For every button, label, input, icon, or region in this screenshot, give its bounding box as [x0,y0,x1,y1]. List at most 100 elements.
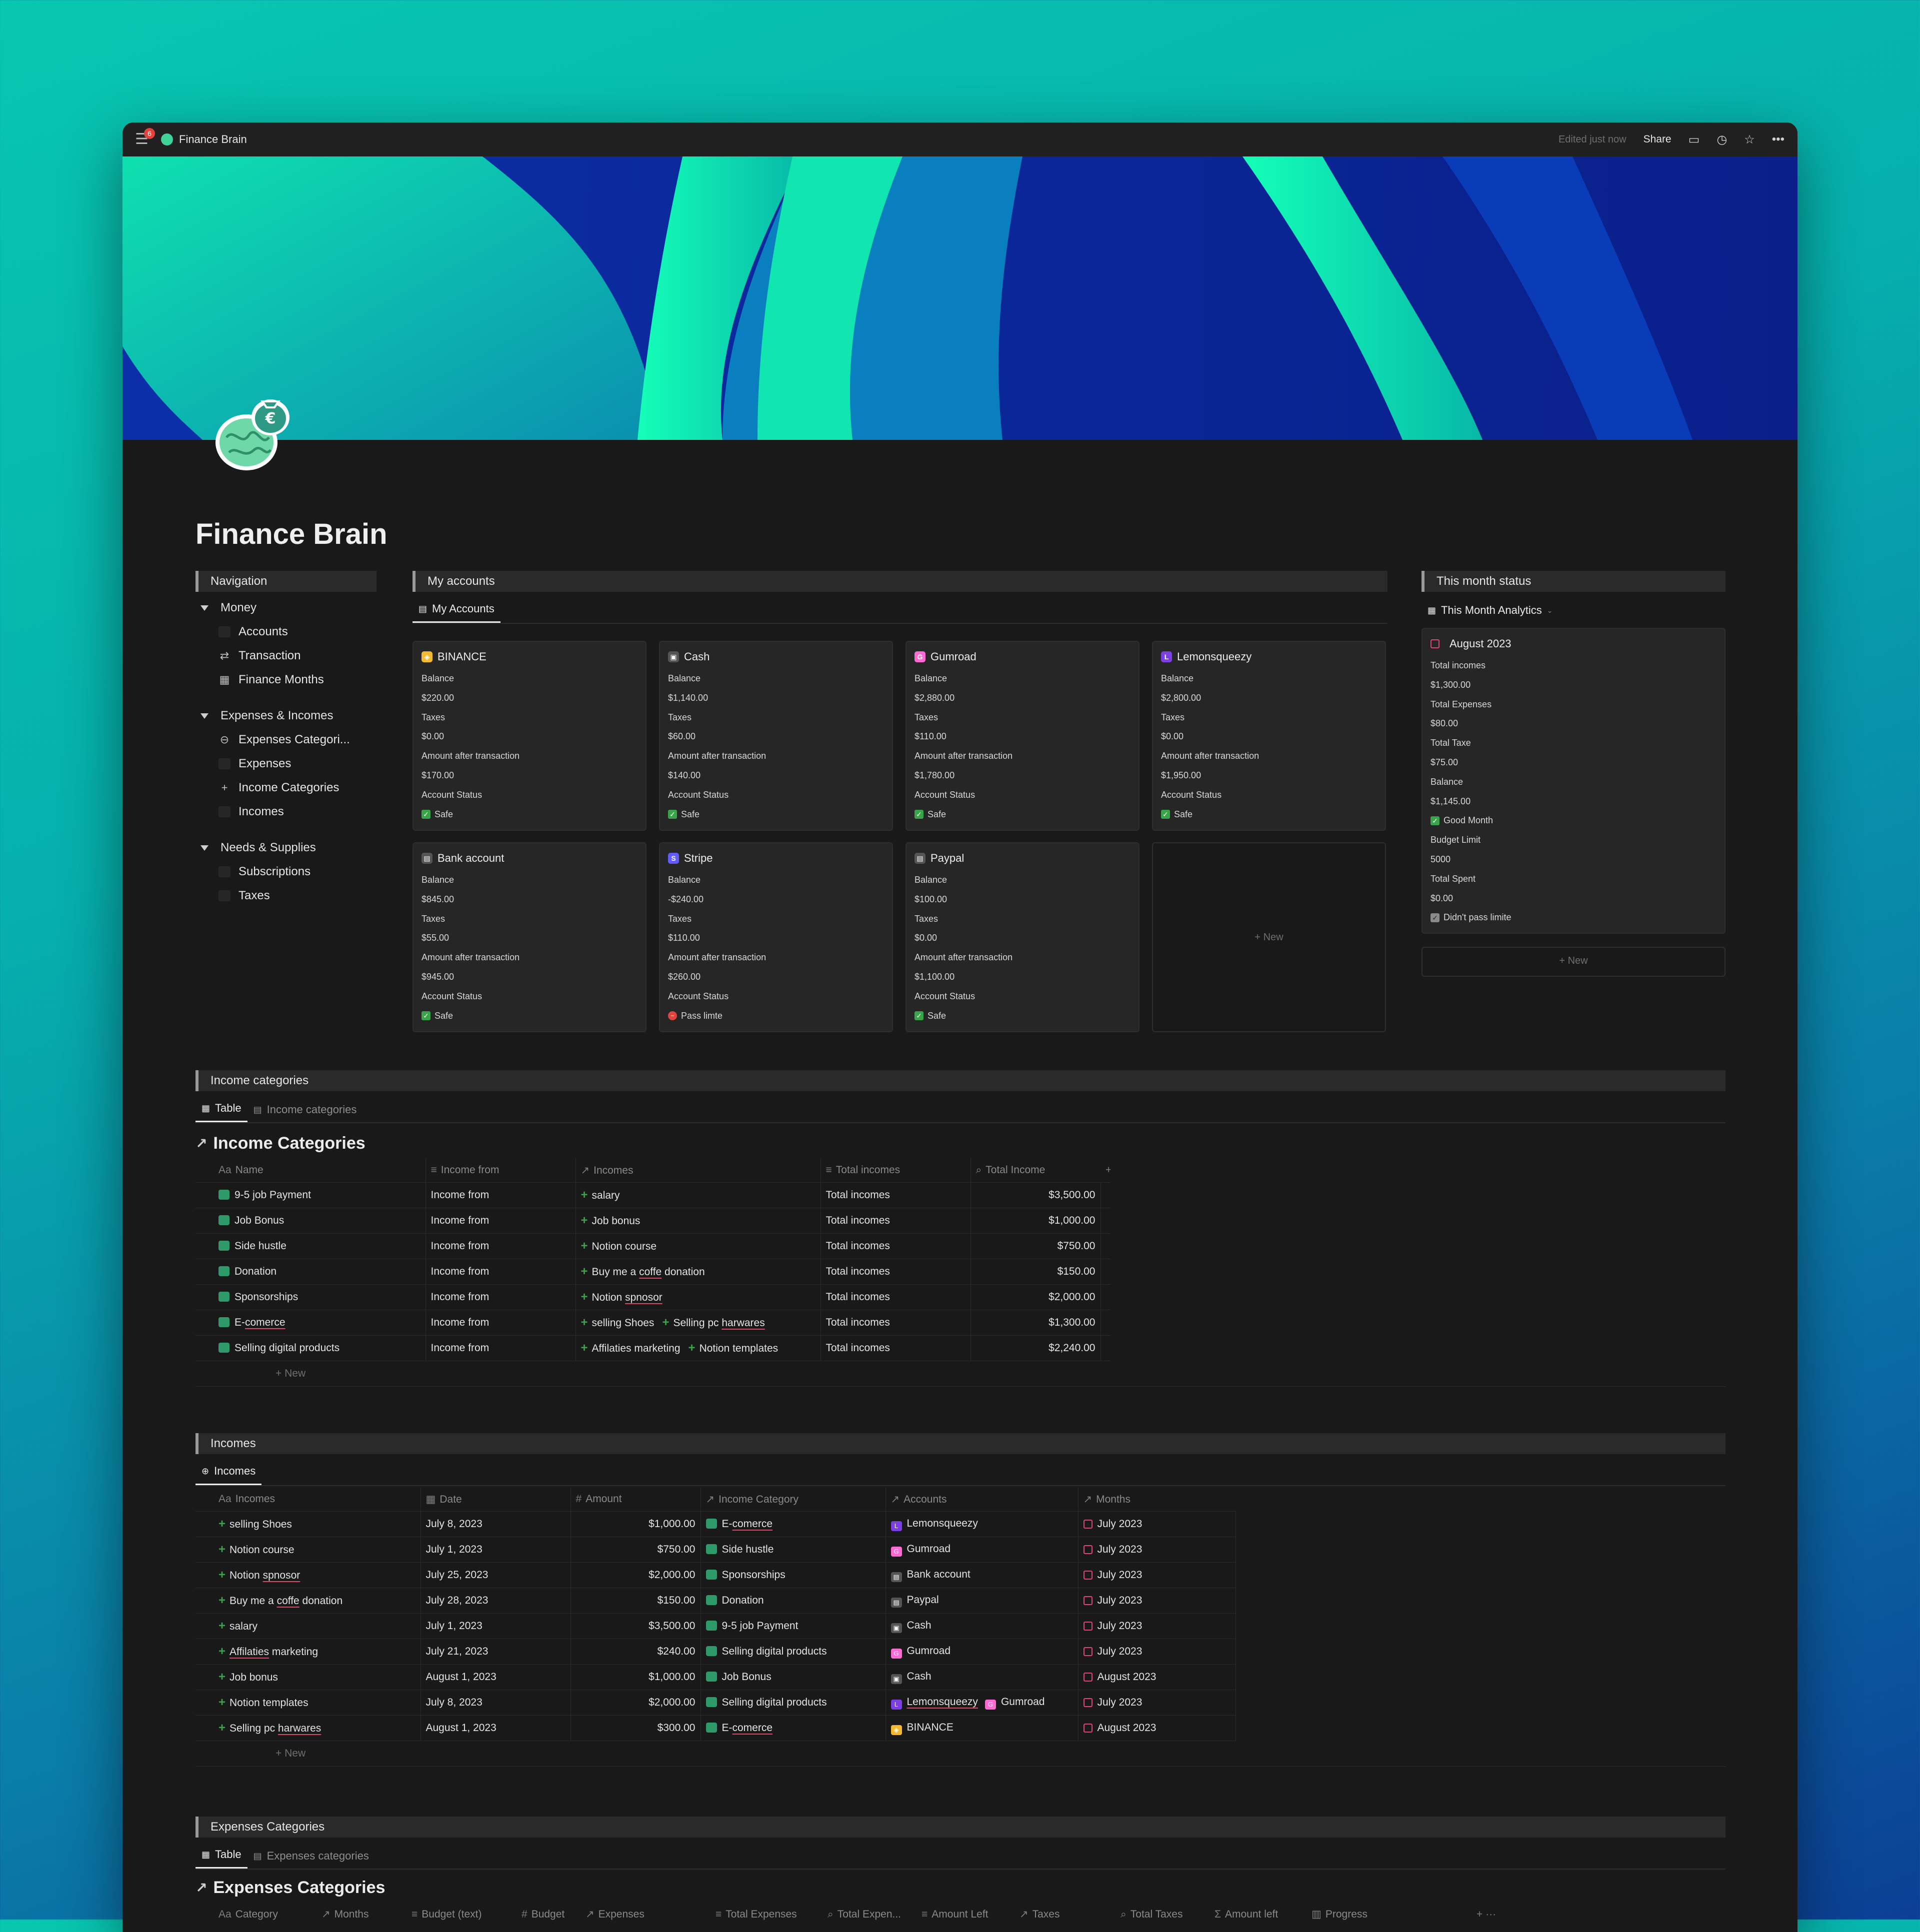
incomes-new-row[interactable]: + New [196,1741,1726,1767]
amount-cell[interactable]: $150.00 [570,1588,700,1614]
column-header[interactable]: ≡ Amount Left [922,1903,1020,1927]
category-name-cell[interactable]: Sponsorships [196,1284,426,1310]
column-header[interactable]: ⌕ Total Taxes [1120,1903,1214,1927]
account-card[interactable]: G Gumroad Balance $2,880.00 Taxes $110.00 Amou… [906,641,1140,831]
income-category-cell[interactable]: Side hustle [700,1537,886,1563]
favorite-star-icon[interactable]: ☆ [1744,132,1755,147]
months-cell[interactable]: August 2023 [1078,1664,1236,1690]
table-row[interactable]: Job Bonus Income from + Job bonus Total inco… [196,1208,1110,1234]
accounts-cell[interactable]: ▤ Paypal [885,1588,1078,1614]
accounts-cell[interactable]: ▤ Bank account [885,1562,1078,1588]
amount-cell[interactable]: $2,000.00 [570,1562,700,1588]
comments-icon[interactable]: ▭ [1688,132,1700,147]
column-header[interactable]: ≡ Total Expenses [716,1903,828,1927]
column-header[interactable]: ≡ Total incomes [820,1158,970,1183]
brain-money-bag-icon[interactable]: € [206,387,302,482]
accounts-cell[interactable]: ▣ Cash [885,1664,1078,1690]
income-from-cell[interactable]: Income from [425,1208,576,1234]
month-card[interactable]: August 2023 Total incomes $1,300.00 Total … [1422,628,1726,934]
column-header[interactable]: ⌕ Total Income [970,1158,1100,1183]
category-name-cell[interactable]: Donation [196,1259,426,1285]
account-card[interactable]: ▤ Paypal Balance $100.00 Taxes $0.00 Amount af… [906,842,1140,1032]
date-cell[interactable]: August 1, 2023 [420,1715,570,1741]
share-button[interactable]: Share [1644,133,1672,145]
tab-income-categories[interactable]: ▤ Income categories [248,1097,363,1122]
account-card[interactable]: L Lemonsqueezy Balance $2,800.00 Taxes $0.00 A… [1152,641,1386,831]
total-income-cell[interactable]: $2,000.00 [970,1284,1100,1310]
tab-table[interactable]: ▦ Table [196,1842,248,1869]
date-cell[interactable]: July 8, 2023 [420,1690,570,1716]
income-relation-item[interactable]: + Affilaties marketing [581,1341,680,1355]
nav-item-finance-months[interactable]: ▦ Finance Months [196,668,376,692]
total-income-cell[interactable]: $750.00 [970,1233,1100,1259]
table-row[interactable]: + salary July 1, 2023 $3,500.00 9-5 job Paym… [196,1613,1236,1639]
income-category-cell[interactable]: Selling digital products [700,1690,886,1716]
months-cell[interactable]: July 2023 [1078,1588,1236,1614]
table-row[interactable]: + Notion spnosor July 25, 2023 $2,000.00 Spo… [196,1562,1236,1588]
add-column-button[interactable]: + ··· [1100,1158,1110,1183]
table-row[interactable]: + Selling pc harwares August 1, 2023 $300.0… [196,1715,1236,1741]
amount-cell[interactable]: $2,000.00 [570,1690,700,1716]
income-category-cell[interactable]: Job Bonus [700,1664,886,1690]
page-title[interactable]: Finance Brain [196,517,388,551]
amount-cell[interactable]: $300.00 [570,1715,700,1741]
nav-group-needs-supplies[interactable]: Needs & Supplies [196,836,376,860]
income-name-cell[interactable]: + selling Shoes [196,1511,420,1537]
date-cell[interactable]: August 1, 2023 [420,1664,570,1690]
category-name-cell[interactable]: Selling digital products [196,1335,426,1361]
accounts-cell[interactable]: L Lemonsqueezy [885,1511,1078,1537]
months-cell[interactable]: July 2023 [1078,1537,1236,1563]
nav-item-transaction[interactable]: ⇄ Transaction [196,644,376,668]
column-header[interactable]: # Amount [570,1487,700,1512]
column-header[interactable]: Aa Name [196,1158,426,1183]
months-cell[interactable]: July 2023 [1078,1639,1236,1665]
income-category-cell[interactable]: Selling digital products [700,1639,886,1665]
income-from-cell[interactable]: Income from [425,1335,576,1361]
incomes-relation-cell[interactable]: + salary [575,1182,820,1208]
income-from-cell[interactable]: Income from [425,1259,576,1285]
category-name-cell[interactable]: Side hustle [196,1233,426,1259]
months-cell[interactable]: July 2023 [1078,1613,1236,1639]
account-card[interactable]: ▣ Cash Balance $1,140.00 Taxes $60.00 Amount a… [659,641,893,831]
total-incomes-label-cell[interactable]: Total incomes [820,1335,970,1361]
category-name-cell[interactable]: E-comerce [196,1310,426,1336]
total-income-cell[interactable]: $1,000.00 [970,1208,1100,1234]
income-relation-item[interactable]: + Buy me a coffe donation [581,1265,705,1278]
account-card[interactable]: ◈ BINANCE Balance $220.00 Taxes $0.00 Amount a… [412,641,646,831]
total-incomes-label-cell[interactable]: Total incomes [820,1310,970,1336]
date-cell[interactable]: July 28, 2023 [420,1588,570,1614]
total-incomes-label-cell[interactable]: Total incomes [820,1259,970,1285]
income-name-cell[interactable]: + Notion spnosor [196,1562,420,1588]
total-income-cell[interactable]: $3,500.00 [970,1182,1100,1208]
income-category-cell[interactable]: 9-5 job Payment [700,1613,886,1639]
table-row[interactable]: 9-5 job Payment Income from + salary Total i… [196,1182,1110,1208]
account-relation-item[interactable]: ▤ Paypal [890,1594,939,1608]
table-row[interactable]: + Job bonus August 1, 2023 $1,000.00 Job Bon… [196,1664,1236,1690]
income-name-cell[interactable]: + Buy me a coffe donation [196,1588,420,1614]
column-header[interactable]: Aa Category [196,1903,322,1927]
total-incomes-label-cell[interactable]: Total incomes [820,1182,970,1208]
total-incomes-label-cell[interactable]: Total incomes [820,1208,970,1234]
incomes-relation-cell[interactable]: + Notion spnosor [575,1284,820,1310]
column-header[interactable]: Σ Amount left [1214,1903,1312,1927]
column-header[interactable]: ↗ Income Category [700,1487,886,1512]
accounts-cell[interactable]: L Lemonsqueezy G Gumroad [885,1690,1078,1716]
table-row[interactable]: Sponsorships Income from + Notion spnosor To… [196,1284,1110,1310]
income-from-cell[interactable]: Income from [425,1310,576,1336]
income-relation-item[interactable]: + Notion course [581,1239,657,1253]
table-row[interactable]: + Buy me a coffe donation July 28, 2023 $15… [196,1588,1236,1614]
total-income-cell[interactable]: $150.00 [970,1259,1100,1285]
table-row[interactable]: Side hustle Income from + Notion course Tota… [196,1233,1110,1259]
account-relation-item[interactable]: G Gumroad [890,1543,950,1557]
months-cell[interactable]: July 2023 [1078,1511,1236,1537]
table-row[interactable]: Donation Income from + Buy me a coffe donat… [196,1259,1110,1285]
column-header[interactable]: ⌕ Total Expen... [828,1903,922,1927]
total-income-cell[interactable]: $2,240.00 [970,1335,1100,1361]
nav-group-expenses-incomes[interactable]: Expenses & Incomes [196,704,376,728]
toggle-triangle-icon[interactable] [200,605,208,611]
total-incomes-label-cell[interactable]: Total incomes [820,1233,970,1259]
accounts-cell[interactable]: ▣ Cash [885,1613,1078,1639]
amount-cell[interactable]: $1,000.00 [570,1664,700,1690]
nav-item-income-categories[interactable]: + Income Categories [196,776,376,800]
income-category-cell[interactable]: Donation [700,1588,886,1614]
